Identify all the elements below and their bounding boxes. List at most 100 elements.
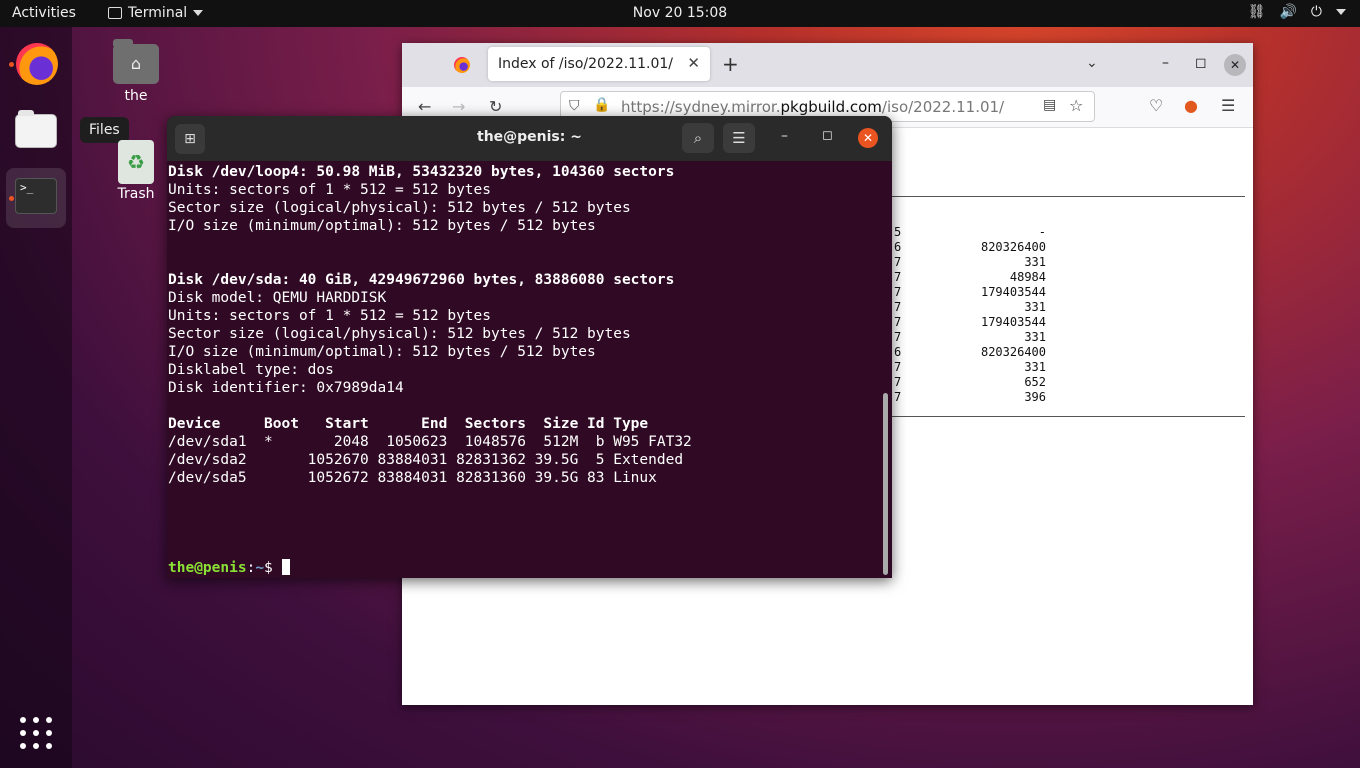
terminal-line: /dev/sda1 * 2048 1050623 1048576 512M b … — [168, 434, 692, 450]
list-tabs-chevron-icon[interactable]: ⌄ — [1086, 55, 1098, 71]
terminal-line: I/O size (minimum/optimal): 512 bytes / … — [168, 344, 596, 360]
listing-row: 6 820326400 — [894, 345, 1046, 360]
listing-row: 7 48984 — [894, 270, 1046, 285]
terminal-window[interactable]: ⊞ the@penis: ~ ⌕ ☰ – ◻ ✕ Disk /dev/loop4… — [167, 116, 892, 578]
minimize-icon[interactable]: – — [1162, 55, 1169, 71]
dock-item-files[interactable] — [6, 100, 66, 160]
trash-label: Trash — [117, 186, 155, 202]
terminal-line: Disk /dev/sda: 40 GiB, 42949672960 bytes… — [168, 272, 675, 288]
terminal-prompt[interactable]: the@penis:~$ — [168, 559, 880, 575]
listing-cell: 7 — [894, 255, 902, 269]
firefox-view-icon[interactable] — [454, 57, 470, 73]
app-menu-label: Terminal — [128, 5, 188, 21]
terminal-line: Sector size (logical/physical): 512 byte… — [168, 200, 631, 216]
terminal-line: Device Boot Start End Sectors Size Id Ty… — [168, 416, 649, 432]
menu-icon[interactable]: ☰ — [723, 123, 755, 153]
tab-title: Index of /iso/2022.11.01/ — [498, 56, 673, 72]
volume-icon: 🔊 — [1279, 4, 1297, 20]
clock[interactable]: Nov 20 15:08 — [633, 5, 727, 21]
url-text: https://sydney.mirror.pkgbuild.com/iso/2… — [621, 98, 1005, 116]
app-menu[interactable]: Terminal — [108, 5, 204, 21]
terminal-icon: >_ — [15, 178, 57, 214]
dock-item-terminal[interactable]: >_ — [6, 168, 66, 228]
listing-cell: 7 — [894, 360, 902, 374]
prompt-symbol: $ — [264, 560, 282, 575]
new-tab-icon[interactable]: + — [722, 52, 739, 76]
running-indicator — [9, 196, 14, 201]
desktop-home-folder[interactable]: ⌂ the — [96, 39, 176, 104]
terminal-line: I/O size (minimum/optimal): 512 bytes / … — [168, 218, 596, 234]
show-applications-icon[interactable] — [20, 717, 52, 749]
listing-size: - — [1038, 225, 1046, 239]
listing-row: 7 652 — [894, 375, 1046, 390]
maximize-icon[interactable]: ◻ — [1195, 55, 1207, 71]
terminal-app-icon — [108, 7, 122, 19]
close-window-icon[interactable]: ✕ — [1224, 54, 1246, 76]
close-tab-icon[interactable]: ✕ — [687, 54, 700, 72]
lock-icon[interactable]: 🔒 — [593, 97, 610, 113]
terminal-line: Disk identifier: 0x7989da14 — [168, 380, 404, 396]
dock: >_ — [0, 27, 72, 768]
prompt-separator: : — [246, 560, 256, 575]
listing-row: 6 820326400 — [894, 240, 1046, 255]
listing-cell: 7 — [894, 390, 902, 404]
listing-row: 7 331 — [894, 330, 1046, 345]
browser-tab[interactable]: Index of /iso/2022.11.01/ ✕ — [488, 47, 710, 81]
bookmark-star-icon[interactable]: ☆ — [1069, 96, 1083, 115]
listing-cell: 7 — [894, 270, 902, 284]
terminal-line: Units: sectors of 1 * 512 = 512 bytes — [168, 308, 492, 324]
maximize-icon[interactable]: ◻ — [822, 128, 833, 143]
text-cursor — [281, 559, 290, 575]
reader-view-icon[interactable]: ▤ — [1043, 97, 1056, 113]
listing-row: 7 179403544 — [894, 315, 1046, 330]
close-icon[interactable]: ✕ — [858, 128, 878, 148]
account-icon[interactable]: ● — [1184, 96, 1198, 115]
listing-cell: 5 — [894, 225, 902, 239]
listing-row: 7 396 — [894, 390, 1046, 405]
terminal-line: Units: sectors of 1 * 512 = 512 bytes — [168, 182, 492, 198]
forward-arrow-icon[interactable]: → — [452, 97, 465, 116]
firefox-tab-bar: Index of /iso/2022.11.01/ ✕ + ⌄ – ◻ ✕ — [402, 43, 1253, 87]
minimize-icon[interactable]: – — [781, 128, 788, 144]
listing-cell: 7 — [894, 375, 902, 389]
terminal-line: /dev/sda5 1052672 83884031 82831360 39.5… — [168, 470, 657, 486]
terminal-line: Disk /dev/loop4: 50.98 MiB, 53432320 byt… — [168, 164, 675, 180]
running-indicator — [9, 62, 14, 67]
home-folder-icon: ⌂ — [113, 39, 159, 84]
listing-cell: 7 — [894, 300, 902, 314]
terminal-title: the@penis: ~ — [477, 129, 582, 145]
shield-icon[interactable]: ⛉ — [569, 98, 580, 114]
terminal-output[interactable]: Disk /dev/loop4: 50.98 MiB, 53432320 byt… — [168, 163, 880, 575]
listing-size: 331 — [1024, 255, 1046, 269]
listing-size: 396 — [1024, 390, 1046, 404]
listing-size: 820326400 — [980, 240, 1046, 254]
reload-icon[interactable]: ↻ — [489, 97, 502, 116]
back-arrow-icon[interactable]: ← — [418, 97, 431, 116]
pocket-icon[interactable]: ♡ — [1149, 96, 1163, 115]
clock-container: Nov 20 15:08 — [0, 5, 1360, 21]
listing-row: 7 331 — [894, 255, 1046, 270]
desktop-trash[interactable]: ♻ Trash — [96, 140, 176, 202]
new-tab-icon[interactable]: ⊞ — [175, 124, 205, 154]
listing-size: 820326400 — [980, 345, 1046, 359]
dock-item-firefox[interactable] — [6, 35, 66, 95]
scrollbar[interactable] — [883, 393, 888, 575]
hamburger-menu-icon[interactable]: ☰ — [1221, 96, 1235, 115]
listing-cell: 6 — [894, 240, 902, 254]
divider — [890, 416, 1245, 417]
listing-size: 331 — [1024, 300, 1046, 314]
listing-size: 331 — [1024, 360, 1046, 374]
listing-size: 652 — [1024, 375, 1046, 389]
listing-row: 5- — [894, 225, 1046, 240]
listing-size: 179403544 — [980, 315, 1046, 329]
terminal-header-bar[interactable]: ⊞ the@penis: ~ ⌕ ☰ – ◻ ✕ — [167, 116, 892, 161]
divider — [890, 196, 1245, 197]
system-tray[interactable]: ⛓ 🔊 ⏻ — [1248, 4, 1346, 20]
search-icon[interactable]: ⌕ — [682, 123, 714, 153]
listing-row: 7 331 — [894, 300, 1046, 315]
activities-button[interactable]: Activities — [12, 5, 76, 21]
top-bar: Activities Terminal Nov 20 15:08 ⛓ 🔊 ⏻ — [0, 0, 1360, 27]
